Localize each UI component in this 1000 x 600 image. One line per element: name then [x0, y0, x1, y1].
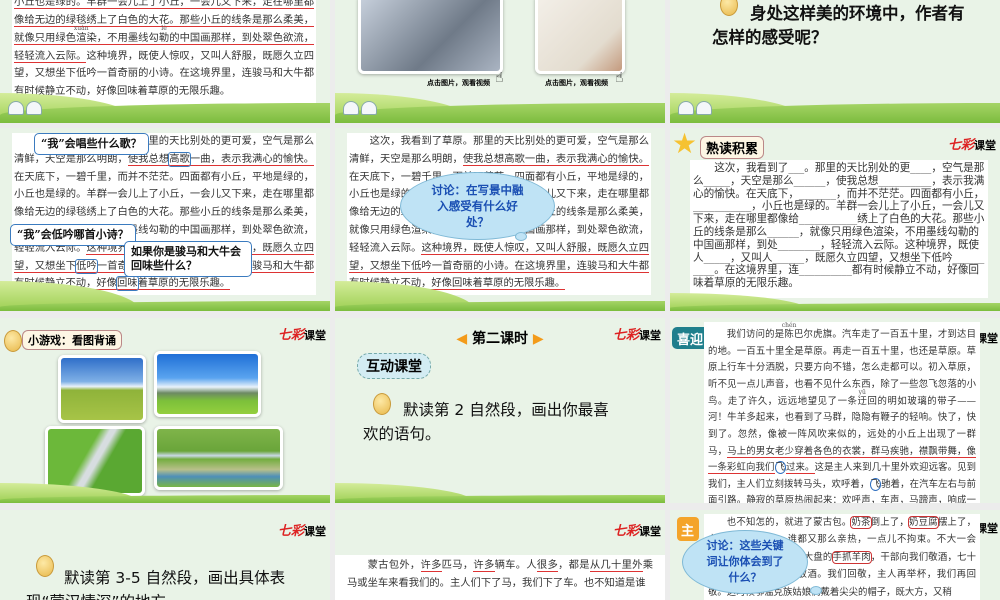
underlined-phrase: 很多: [536, 559, 559, 572]
brand-logo-red: 七彩: [612, 328, 639, 343]
question-callout: 如果你是骏马和大牛会回味些什么？: [124, 241, 252, 277]
previous-arrow-icon[interactable]: ◀: [456, 331, 467, 347]
underlined-phrase: 过来。: [786, 462, 815, 475]
text-segment: 蒙古包外，: [367, 559, 421, 571]
slide-thumbnail-11[interactable]: 七彩课堂 蒙古包外，许多匹马，许多辆车。人很多，都是从几十里外乘马或坐车来看我们…: [335, 510, 665, 600]
pinyin: xuàn: [73, 24, 89, 32]
pinyin: lè: [158, 24, 170, 32]
boxed-keyword: 手抓羊肉: [831, 550, 872, 564]
question-callout: “我”会唱些什么歌？: [34, 133, 149, 155]
slide-thumbnail-10[interactable]: 七彩课堂 默读第 3-5 自然段，画出具体表现“蒙汉情深”的地方。: [0, 510, 330, 600]
yurt-icon: [8, 101, 24, 115]
slide-thumbnail-4[interactable]: 这次，我看到了草原。那里的天比别处的更可爱，空气是那么清鲜，天空是那么明朗，使我…: [0, 128, 330, 311]
brand-logo-red: 七彩: [612, 524, 639, 539]
lesson-paragraph: 蒙古包外，许多匹马，许多辆车。人很多，都是从几十里外乘马或坐车来看我们的。主人们…: [335, 555, 665, 600]
text-segment: ，都是: [558, 559, 590, 571]
grassland-herd-photo[interactable]: [154, 426, 283, 490]
slide-thumbnail-12[interactable]: 主 课堂 也不知怎的，就进了蒙古包。奶茶倒上了，奶豆腐摆上了，主客都盘腿坐下，谁…: [670, 510, 1000, 600]
brand-logo-text: 课堂: [974, 139, 996, 152]
underlined-phrase: 许多: [420, 559, 442, 572]
brand-logo: 七彩课堂: [613, 324, 661, 343]
underlined-phrase: 染，不用墨线勾: [86, 31, 159, 45]
lesson-paragraph: 我们访问的是陈chén巴尔虎旗。汽车走了一百五十里，才到达目的地。一百五十里全是…: [704, 322, 980, 503]
brand-logo-text: 课堂: [639, 525, 661, 538]
text-segment: 辆车。人: [494, 559, 537, 571]
video-caption: 点击图片，观看视频: [545, 79, 608, 87]
pointing-hand-icon: ☝: [495, 70, 504, 86]
circled-character: 飞: [869, 477, 882, 491]
boxed-keyword: 奶茶: [850, 516, 872, 529]
pinyin-annotated-character: 渲xuàn: [74, 25, 89, 45]
slide-thumbnail-6[interactable]: ★ 熟读积累 七彩课堂 这次，我看到了___。那里的天比别处的更____，空气是…: [670, 128, 1000, 311]
yurt-icon: [678, 101, 694, 115]
mascot-icon: [4, 330, 22, 352]
text-segment: 倒上了，: [870, 517, 910, 528]
underlined-phrase: 从几十里外: [589, 559, 643, 572]
brand-logo-text: 课堂: [304, 329, 326, 342]
pinyin-annotated-character: 勒lè: [158, 25, 170, 45]
discussion-cloud: 讨论：这些关键词让你体会到了什么？: [682, 530, 808, 594]
game-title: 小游戏：看图背诵: [22, 330, 122, 350]
slide-thumbnail-7[interactable]: 小游戏：看图背诵 七彩课堂: [0, 318, 330, 503]
underlined-phrase: 许多: [473, 559, 495, 572]
boxed-keyword: 高歌: [168, 151, 191, 167]
underlined-phrase: 一曲，表示我满心的愉快。: [189, 152, 315, 166]
brand-logo-red: 七彩: [277, 328, 304, 343]
star-icon: ★: [672, 128, 698, 160]
slide-thumbnail-5[interactable]: 这次，我看到了草原。那里的天比别处的更可爱，空气是那么清鲜，天空是那么明朗，使我…: [335, 128, 665, 311]
yurt-icon: [26, 101, 42, 115]
underlined-phrase: 着草原的无限乐趣。: [137, 277, 231, 291]
circled-character: 飞: [774, 461, 787, 475]
brand-logo: 七彩课堂: [278, 520, 326, 539]
text-segment: 我们访问的是: [726, 329, 785, 340]
reading-task: 默读第 3-5 自然段，画出具体表现“蒙汉情深”的地方。: [26, 569, 286, 600]
pinyin-annotated-character: 迂yū: [857, 389, 868, 407]
cloud-tail: [810, 586, 822, 595]
slide-thumbnail-3[interactable]: 身处这样美的环境中，作者有怎样的感受呢？: [670, 0, 1000, 123]
slide-thumbnail-2[interactable]: 点击图片，观看视频 点击图片，观看视频 ☝ ☝: [335, 0, 665, 123]
yurt-icon: [361, 101, 377, 115]
pinyin: chén: [781, 322, 797, 329]
lesson-title: 第二课时: [472, 331, 528, 347]
grassland-photo[interactable]: [154, 351, 261, 417]
character: 迂: [857, 395, 868, 407]
reading-task: 默读第 2 自然段，画出你最喜欢的语句。: [363, 401, 609, 443]
brand-logo-red: 七彩: [277, 524, 304, 539]
cloud-tail: [515, 232, 527, 241]
section-title: 熟读积累: [700, 136, 765, 159]
yurt-icon: [696, 101, 712, 115]
brand-logo-text: 课堂: [639, 329, 661, 342]
boxed-keyword: 低吟: [75, 258, 98, 274]
brand-logo: 七彩课堂: [948, 134, 996, 153]
grassland-photo[interactable]: [58, 355, 146, 423]
fill-in-blank-passage: 这次，我看到了___。那里的天比别处的更____，空气是那么_____，天空是那…: [690, 160, 988, 298]
text-segment: 也不知怎的，就进了蒙古包。: [726, 517, 852, 528]
character: 勒: [158, 31, 170, 44]
brand-logo-red: 七彩: [947, 138, 974, 153]
pinyin: yū: [857, 388, 867, 396]
discussion-cloud: 讨论：在写景中融入感受有什么好处？: [400, 172, 555, 240]
boxed-keyword: 奶豆腐: [908, 516, 939, 529]
yurt-icon: [343, 101, 359, 115]
slide-thumbnail-9[interactable]: 喜迎 课堂 我们访问的是陈chén巴尔虎旗。汽车走了一百五十里，才到达目的地。一…: [670, 318, 1000, 503]
section-label: 互动课堂: [357, 353, 431, 379]
underlined-phrase: 使我总想高歌一曲，表示我满心的愉快。: [462, 152, 649, 166]
question-callout: “我”会低吟哪首小诗？: [10, 224, 136, 246]
ink-painting-video-thumbnail[interactable]: [358, 0, 503, 74]
slide-thumbnail-1[interactable]: 小丘也是绿的。羊群一会儿上了小丘，一会儿又下来，走在哪里都像给无边的绿毯绣上了白…: [0, 0, 330, 123]
brand-logo: 七彩课堂: [278, 324, 326, 343]
slide-thumbnail-8[interactable]: ◀ 第二课时 ▶ 互动课堂 七彩课堂 默读第 2 自然段，画出你最喜欢的语句。: [335, 318, 665, 503]
discussion-question: 身处这样美的环境中，作者有怎样的感受呢？: [712, 4, 965, 47]
brand-logo: 七彩课堂: [613, 520, 661, 539]
lesson-paragraph: 小丘也是绿的。羊群一会儿上了小丘，一会儿又下来，走在哪里都像给无边的绿毯绣上了白…: [12, 0, 316, 106]
pointing-hand-icon: ☝: [615, 70, 624, 86]
line-drawing-video-thumbnail[interactable]: [535, 0, 625, 74]
boxed-keyword: 回味: [115, 276, 139, 292]
section-tab: 主: [677, 517, 699, 541]
brand-logo-text: 课堂: [304, 525, 326, 538]
text-segment: 匹马，: [441, 559, 474, 571]
video-caption: 点击图片，观看视频: [427, 79, 490, 87]
next-arrow-icon[interactable]: ▶: [533, 331, 544, 347]
pinyin-annotated-character: 陈chén: [782, 322, 797, 340]
